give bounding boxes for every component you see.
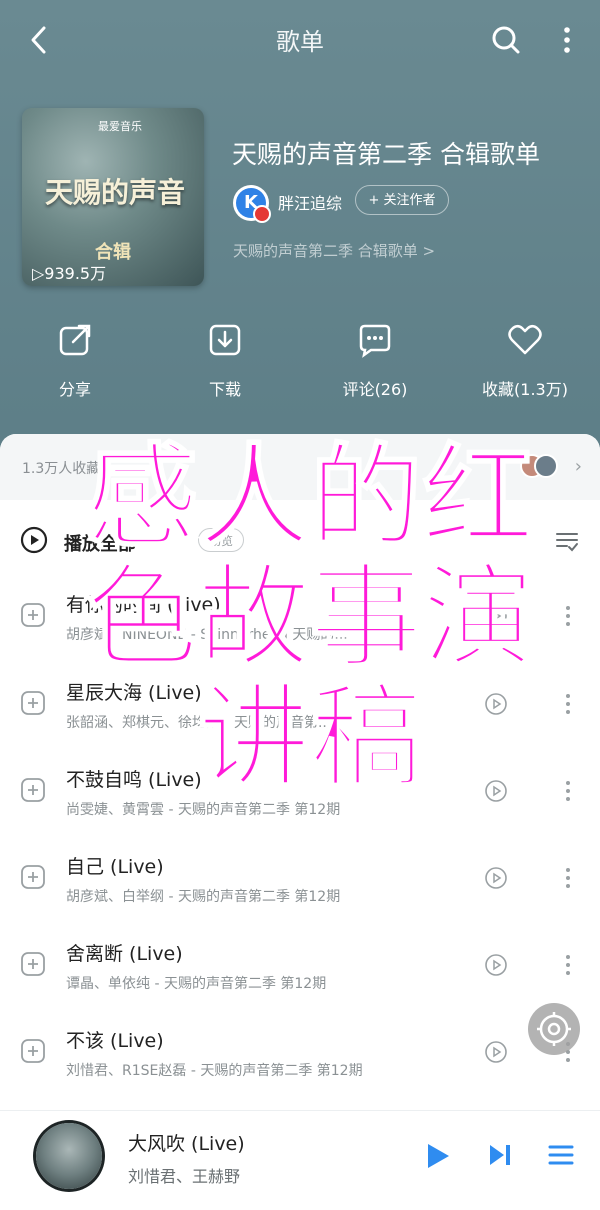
now-playing-title: 大风吹 (Live) (128, 1133, 245, 1155)
song-row[interactable]: 不鼓自鸣 (Live) 尚雯婕、黄霄雲 - 天赐的声音第二季 第12期 (0, 749, 600, 835)
add-icon[interactable] (20, 1038, 46, 1064)
action-bar: 分享 下载 评论(26) 收藏(1.3万) (0, 320, 600, 410)
heart-icon (508, 325, 542, 355)
video-icon[interactable] (484, 953, 508, 977)
search-button[interactable] (486, 20, 526, 60)
preview-tag: 畅览 (198, 528, 244, 552)
collect-label: 收藏(1.3万) (482, 380, 568, 399)
playlist-cover[interactable]: 最爱音乐 天赐的声音 合辑 ▷939.5万 (22, 108, 204, 286)
cover-logo: 天赐的声音 (44, 176, 185, 209)
mini-player[interactable]: 大风吹 (Live) 刘惜君、王赫野 (0, 1110, 600, 1210)
play-count: ▷939.5万 (32, 264, 107, 283)
song-subtitle: 尚雯婕、黄霄雲 - 天赐的声音第二季 第12期 (66, 802, 341, 818)
comment-label: 评论(26) (342, 380, 408, 399)
play-all-row[interactable]: 播放全部 畅览 (0, 516, 600, 566)
download-label: 下载 (208, 380, 241, 399)
play-icon[interactable] (422, 1141, 452, 1171)
play-all-label[interactable]: 播放全部 (64, 530, 136, 556)
song-row[interactable]: 不该 (Live) 刘惜君、R1SE赵磊 - 天赐的声音第二季 第12期 (0, 1010, 600, 1096)
song-row[interactable]: 星辰大海 (Live) 张韶涵、郑棋元、徐均朔 - 天赐的声音第... (0, 662, 600, 748)
song-subtitle: 刘惜君、R1SE赵磊 - 天赐的声音第二季 第12期 (66, 1063, 363, 1079)
playlist-queue-icon[interactable] (548, 1141, 574, 1169)
list-manage-icon[interactable] (554, 528, 580, 554)
comment-action[interactable]: 评论(26) (310, 320, 440, 410)
video-icon[interactable] (484, 779, 508, 803)
comment-icon (359, 324, 391, 358)
more-dots-icon[interactable] (562, 777, 574, 805)
music-recognize-button[interactable] (528, 1003, 580, 1055)
cover-badge: 最爱音乐 (98, 120, 142, 133)
search-icon (492, 26, 520, 54)
now-playing-cover[interactable] (36, 1123, 102, 1189)
song-title: 不鼓自鸣 (Live) (66, 769, 202, 791)
add-icon[interactable] (20, 777, 46, 803)
song-title: 不该 (Live) (66, 1030, 164, 1052)
video-icon[interactable] (484, 692, 508, 716)
song-title: 舍离断 (Live) (66, 943, 183, 965)
collectors-count: 1.3万人收藏 › (22, 461, 111, 477)
song-subtitle: 胡彦斌、白举纲 - 天赐的声音第二季 第12期 (66, 889, 341, 905)
video-icon[interactable] (484, 604, 508, 628)
share-action[interactable]: 分享 (10, 320, 140, 410)
collectors-row[interactable]: 1.3万人收藏 › › (0, 434, 600, 500)
video-icon[interactable] (484, 1040, 508, 1064)
verified-badge-icon (253, 205, 271, 223)
song-title: 自己 (Live) (66, 856, 164, 878)
song-subtitle: 张韶涵、郑棋元、徐均朔 - 天赐的声音第... (66, 715, 332, 731)
song-title: 星辰大海 (Live) (66, 682, 202, 704)
song-subtitle: 谭晶、单依纯 - 天赐的声音第二季 第12期 (66, 976, 327, 992)
add-icon[interactable] (20, 690, 46, 716)
playlist-description[interactable]: 天赐的声音第二季 合辑歌单 > (233, 240, 435, 261)
share-label: 分享 (58, 380, 91, 399)
target-icon (537, 1012, 571, 1046)
more-dots-icon[interactable] (562, 602, 574, 630)
author-name[interactable]: 胖汪追综 (278, 190, 342, 214)
author-avatar[interactable]: K (233, 185, 271, 223)
download-icon (209, 324, 241, 356)
vertical-dots-icon (564, 27, 570, 53)
song-row[interactable]: 自己 (Live) 胡彦斌、白举纲 - 天赐的声音第二季 第12期 (0, 836, 600, 922)
song-row[interactable]: 有你的时间 (Live) 胡彦斌、NINEONE - Skinnerhead 天… (0, 574, 600, 660)
chevron-right-icon: › (574, 456, 582, 477)
more-dots-icon[interactable] (562, 864, 574, 892)
video-icon[interactable] (484, 866, 508, 890)
follow-author-button[interactable]: + 关注作者 (355, 185, 449, 215)
add-icon[interactable] (20, 951, 46, 977)
now-playing-artist: 刘惜君、王赫野 (128, 1167, 241, 1186)
collector-avatars (520, 454, 560, 478)
play-circle-icon[interactable] (20, 526, 48, 554)
more-dots-icon[interactable] (562, 690, 574, 718)
next-track-icon[interactable] (486, 1141, 514, 1169)
top-bar: 歌单 (0, 0, 600, 80)
song-list-sheet: 1.3万人收藏 › › 播放全部 畅览 有你的时间 (Live) 胡彦斌、NIN… (0, 434, 600, 1210)
more-dots-icon[interactable] (562, 951, 574, 979)
add-icon[interactable] (20, 602, 46, 628)
more-options-button[interactable] (552, 20, 582, 60)
share-icon (59, 324, 91, 356)
collect-action[interactable]: 收藏(1.3万) (460, 320, 590, 410)
add-icon[interactable] (20, 864, 46, 890)
song-title: 有你的时间 (Live) (66, 594, 221, 616)
avatar (534, 454, 558, 478)
download-action[interactable]: 下载 (160, 320, 290, 410)
song-row[interactable]: 舍离断 (Live) 谭晶、单依纯 - 天赐的声音第二季 第12期 (0, 923, 600, 1009)
song-subtitle: 胡彦斌、NINEONE - Skinnerhead 天赐的... (66, 627, 348, 643)
playlist-title: 天赐的声音第二季 合辑歌单 (232, 140, 540, 169)
